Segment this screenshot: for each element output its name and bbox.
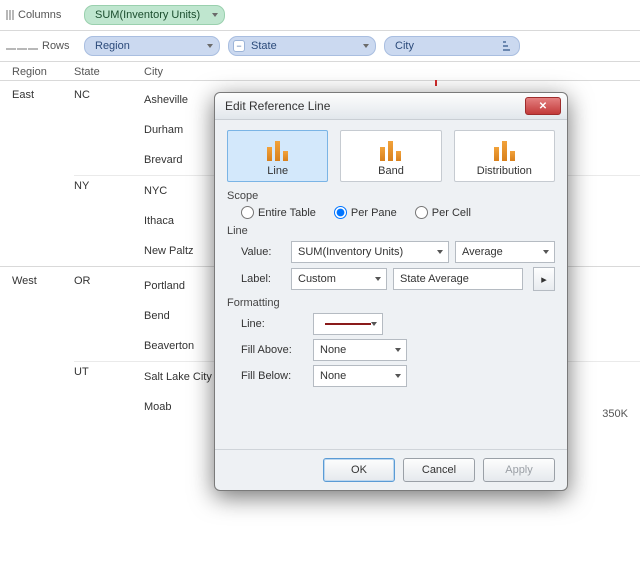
chevron-down-icon	[395, 374, 401, 378]
button-label: Cancel	[422, 464, 456, 476]
combo-value: Average	[462, 246, 503, 258]
input-value: State Average	[400, 273, 469, 285]
reference-type-selector: Line Band Distribution	[227, 130, 555, 182]
label-text-input[interactable]: State Average	[393, 268, 523, 290]
chevron-down-icon	[437, 250, 443, 254]
formatting-title: Formatting	[227, 297, 555, 309]
line-section: Line Value: SUM(Inventory Units) Average…	[227, 225, 555, 291]
ok-button[interactable]: OK	[323, 458, 395, 482]
line-title: Line	[227, 225, 555, 237]
scope-per-pane[interactable]: Per Pane	[334, 206, 397, 219]
radio-label: Per Cell	[432, 207, 471, 219]
line-preview-icon	[325, 323, 371, 325]
close-button[interactable]: ✕	[525, 97, 561, 115]
label-mode-combo[interactable]: Custom	[291, 268, 387, 290]
type-label: Line	[267, 165, 288, 177]
caret-right-icon: ▸	[541, 273, 547, 286]
type-card-line[interactable]: Line	[227, 130, 328, 182]
value-field-combo[interactable]: SUM(Inventory Units)	[291, 241, 449, 263]
apply-button[interactable]: Apply	[483, 458, 555, 482]
value-aggregation-combo[interactable]: Average	[455, 241, 555, 263]
type-label: Distribution	[477, 165, 532, 177]
chevron-down-icon	[395, 348, 401, 352]
line-chart-icon	[261, 137, 295, 161]
cancel-button[interactable]: Cancel	[403, 458, 475, 482]
button-label: OK	[351, 464, 367, 476]
band-chart-icon	[374, 137, 408, 161]
fill-below-combo[interactable]: None	[313, 365, 407, 387]
chevron-down-icon	[371, 322, 377, 326]
format-line-label: Line:	[241, 318, 307, 330]
fill-above-label: Fill Above:	[241, 344, 307, 356]
button-label: Apply	[505, 464, 533, 476]
fill-below-label: Fill Below:	[241, 370, 307, 382]
distribution-chart-icon	[487, 137, 521, 161]
dialog-footer: OK Cancel Apply	[215, 449, 567, 490]
chevron-down-icon	[543, 250, 549, 254]
edit-reference-line-dialog: Edit Reference Line ✕ Line Band Distribu…	[214, 92, 568, 491]
scope-per-cell[interactable]: Per Cell	[415, 206, 471, 219]
type-card-band[interactable]: Band	[340, 130, 441, 182]
radio-label: Per Pane	[351, 207, 397, 219]
dialog-titlebar[interactable]: Edit Reference Line ✕	[215, 93, 567, 120]
type-label: Band	[378, 165, 404, 177]
label-label: Label:	[241, 273, 285, 285]
combo-value: None	[320, 344, 346, 356]
value-label: Value:	[241, 246, 285, 258]
label-insert-button[interactable]: ▸	[533, 267, 555, 291]
modal-overlay: Edit Reference Line ✕ Line Band Distribu…	[0, 0, 640, 567]
close-icon: ✕	[539, 101, 547, 112]
line-style-combo[interactable]	[313, 313, 383, 335]
scope-section: Scope Entire Table Per Pane Per Cell	[227, 190, 555, 219]
formatting-section: Formatting Line: Fill Above: None Fill B…	[227, 297, 555, 387]
scope-title: Scope	[227, 190, 555, 202]
dialog-title: Edit Reference Line	[225, 99, 525, 113]
combo-value: SUM(Inventory Units)	[298, 246, 403, 258]
fill-above-combo[interactable]: None	[313, 339, 407, 361]
type-card-distribution[interactable]: Distribution	[454, 130, 555, 182]
radio-label: Entire Table	[258, 207, 316, 219]
chevron-down-icon	[375, 277, 381, 281]
combo-value: None	[320, 370, 346, 382]
scope-entire-table[interactable]: Entire Table	[241, 206, 316, 219]
combo-value: Custom	[298, 273, 336, 285]
